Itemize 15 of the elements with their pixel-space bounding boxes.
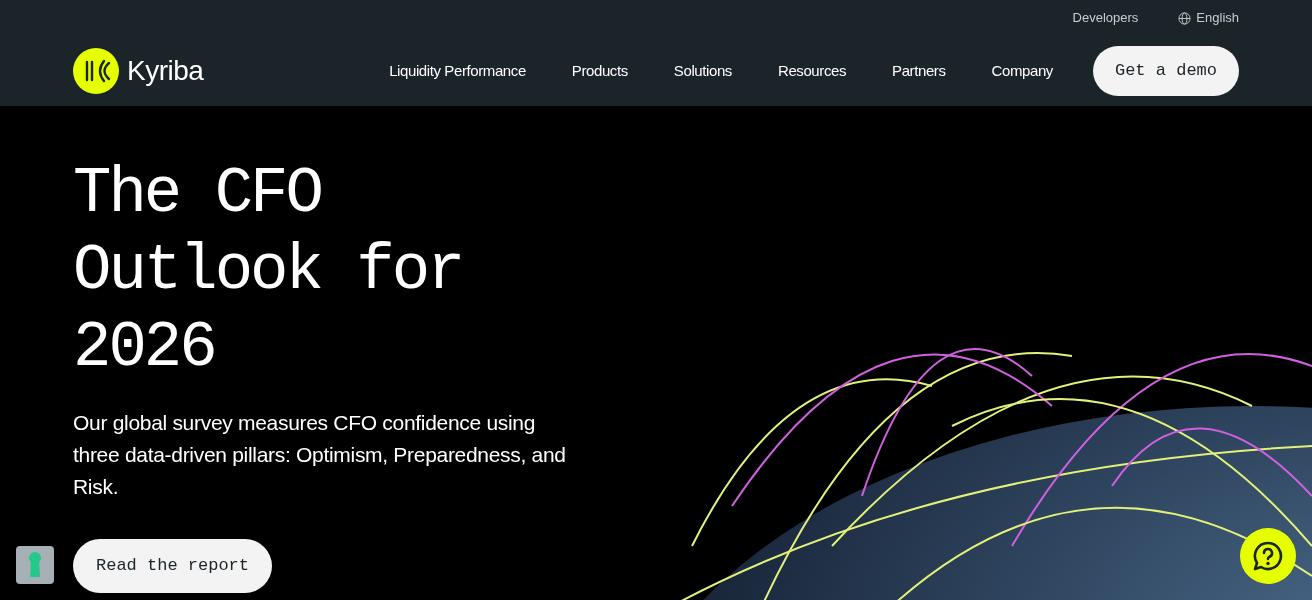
nav-link[interactable]: Company — [991, 59, 1053, 83]
kyriba-logo[interactable]: Kyriba — [73, 48, 204, 94]
hero-description: Our global survey measures CFO confidence using three data-driven pillars: Optimism, Preparedness, and Risk. — [73, 410, 567, 500]
help-chat-icon — [1251, 539, 1285, 573]
nav-link[interactable]: Liquidity Performance — [389, 59, 526, 83]
nav-link[interactable]: Products — [571, 59, 628, 83]
nav-link[interactable]: Partners — [892, 59, 946, 83]
utility-link[interactable]: English — [1178, 8, 1239, 28]
get-demo-button[interactable]: Get a demo — [1092, 46, 1239, 96]
utility-link[interactable]: Developers — [1072, 8, 1139, 28]
nav-link[interactable]: Resources — [777, 59, 847, 83]
logo-icon — [73, 48, 119, 94]
nav-link[interactable]: Solutions — [673, 59, 732, 83]
hero-title: The CFO Outlook for 2026 — [73, 157, 464, 386]
read-report-button[interactable]: Read the report — [73, 539, 273, 593]
